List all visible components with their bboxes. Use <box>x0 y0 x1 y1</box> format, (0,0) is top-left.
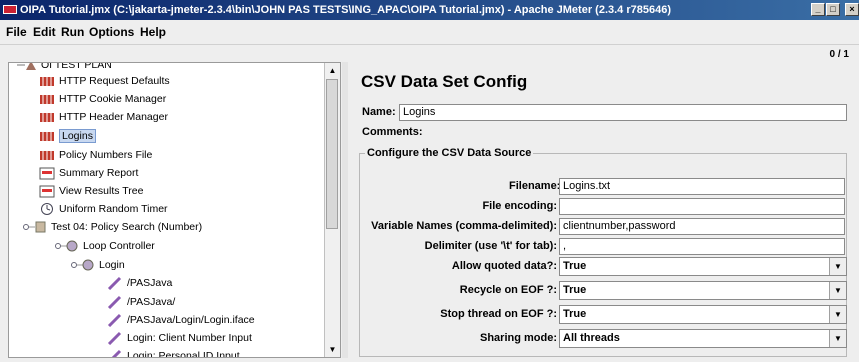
menu-run[interactable]: Run <box>61 25 84 39</box>
allow-quoted-label: Allow quoted data?: <box>451 260 557 272</box>
tree-item-test-plan[interactable]: OI TEST PLAN <box>15 63 112 73</box>
tree-item-client-number-input[interactable]: Login: Client Number Input <box>107 330 252 346</box>
filename-label: Filename: <box>509 180 561 192</box>
listener-icon <box>39 185 55 198</box>
tree-item-logins[interactable]: Logins <box>39 128 96 144</box>
scroll-thumb[interactable] <box>326 79 338 229</box>
filename-field[interactable]: Logins.txt <box>559 178 845 195</box>
name-label: Name: <box>362 106 396 118</box>
sharing-mode-label: Sharing mode: <box>479 332 557 344</box>
tree-item-pasjava-slash[interactable]: /PASJava/ <box>107 294 175 310</box>
tree-item-test-04[interactable]: Test 04: Policy Search (Number) <box>23 219 202 235</box>
sampler-icon <box>107 277 122 291</box>
chevron-down-icon[interactable]: ▼ <box>829 330 846 347</box>
group-title: Configure the CSV Data Source <box>365 147 534 159</box>
scroll-down-icon[interactable]: ▼ <box>325 342 340 357</box>
sharing-mode-select[interactable]: All threads ▼ <box>559 329 847 348</box>
menu-bar: File Edit Run Options Help <box>0 20 859 44</box>
comments-label: Comments: <box>362 126 423 138</box>
tree-item-http-request-defaults[interactable]: HTTP Request Defaults <box>39 73 170 89</box>
thread-group-icon <box>23 221 46 233</box>
test-plan-icon <box>17 63 36 71</box>
stop-thread-eof-select[interactable]: True ▼ <box>559 305 847 324</box>
controller-icon <box>55 240 78 252</box>
tree-item-loop-controller[interactable]: Loop Controller <box>55 238 155 254</box>
file-encoding-field[interactable] <box>559 198 845 215</box>
delimiter-label: Delimiter (use '\t' for tab): <box>424 240 557 252</box>
menu-help[interactable]: Help <box>140 25 166 39</box>
config-element-icon <box>40 150 54 162</box>
jmeter-app-icon <box>3 5 17 14</box>
comments-field[interactable] <box>429 124 847 141</box>
config-element-icon <box>40 76 54 88</box>
sampler-icon <box>107 296 122 310</box>
toolbar-strip <box>0 44 859 63</box>
window-title: OIPA Tutorial.jmx (C:\jakarta-jmeter-2.3… <box>20 4 672 16</box>
csv-config-panel: CSV Data Set Config Name: Logins Comment… <box>349 62 859 358</box>
close-button[interactable]: × <box>845 3 859 16</box>
name-field[interactable]: Logins <box>399 104 847 121</box>
panel-title: CSV Data Set Config <box>361 72 528 91</box>
tree-item-http-header-manager[interactable]: HTTP Header Manager <box>39 109 168 125</box>
menu-options[interactable]: Options <box>89 25 134 39</box>
variable-names-field[interactable]: clientnumber,password <box>559 218 845 235</box>
sampler-icon <box>112 350 122 357</box>
active-threads-counter: 0 / 1 <box>829 49 849 60</box>
sampler-icon <box>107 314 122 328</box>
tree-item-http-cookie-manager[interactable]: HTTP Cookie Manager <box>39 91 166 107</box>
chevron-down-icon[interactable]: ▼ <box>829 282 846 299</box>
config-element-icon <box>40 94 54 106</box>
minimize-button[interactable]: _ <box>811 3 825 16</box>
tree-scrollbar[interactable]: ▲ ▼ <box>324 63 340 357</box>
menu-edit[interactable]: Edit <box>33 25 56 39</box>
maximize-button[interactable]: □ <box>826 3 840 16</box>
variable-names-label: Variable Names (comma-delimited): <box>371 220 557 232</box>
sampler-icon <box>107 332 122 346</box>
file-encoding-label: File encoding: <box>482 200 557 212</box>
delimiter-field[interactable]: , <box>559 238 845 255</box>
recycle-eof-select[interactable]: True ▼ <box>559 281 847 300</box>
config-element-icon <box>40 112 54 124</box>
tree-item-uniform-random-timer[interactable]: Uniform Random Timer <box>39 201 168 217</box>
tree-item-policy-numbers-file[interactable]: Policy Numbers File <box>39 147 152 163</box>
listener-icon <box>39 167 55 180</box>
config-element-icon <box>40 131 54 143</box>
tree-item-personal-id-input[interactable]: Login: Personal ID Input <box>107 348 240 357</box>
tree-item-pasjava[interactable]: /PASJava <box>107 275 172 291</box>
controller-icon <box>71 259 94 271</box>
menu-file[interactable]: File <box>6 25 27 39</box>
tree-item-login[interactable]: Login <box>71 257 125 273</box>
chevron-down-icon[interactable]: ▼ <box>829 258 846 275</box>
tree-item-summary-report[interactable]: Summary Report <box>39 165 138 181</box>
scroll-up-icon[interactable]: ▲ <box>325 63 340 78</box>
test-plan-tree[interactable]: OI TEST PLAN HTTP Request Defaults HTTP … <box>8 62 341 358</box>
chevron-down-icon[interactable]: ▼ <box>829 306 846 323</box>
timer-icon <box>41 203 53 216</box>
tree-item-view-results-tree[interactable]: View Results Tree <box>39 183 143 199</box>
panel-splitter[interactable] <box>342 62 348 358</box>
tree-item-login-iface[interactable]: /PASJava/Login/Login.iface <box>107 312 255 328</box>
stop-thread-eof-label: Stop thread on EOF ?: <box>440 308 557 320</box>
title-bar: OIPA Tutorial.jmx (C:\jakarta-jmeter-2.3… <box>0 0 859 20</box>
recycle-eof-label: Recycle on EOF ?: <box>459 284 557 296</box>
allow-quoted-select[interactable]: True ▼ <box>559 257 847 276</box>
